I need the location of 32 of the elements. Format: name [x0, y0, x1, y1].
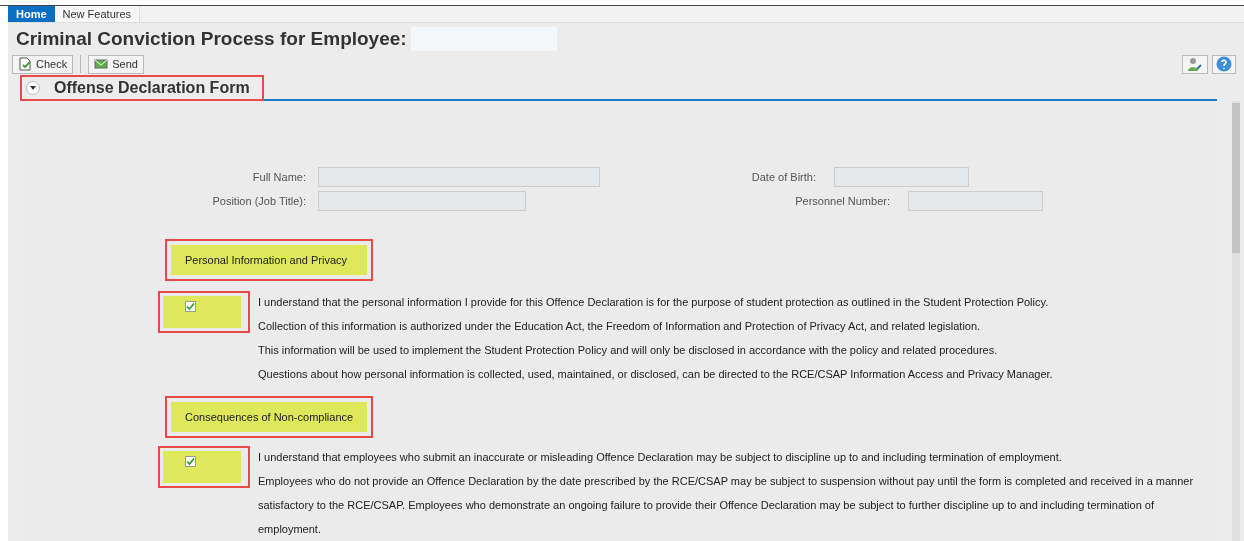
- checkbox[interactable]: [185, 456, 196, 467]
- toolbar-button[interactable]: Send: [88, 54, 144, 74]
- envelope-icon: [94, 59, 109, 69]
- checkbox[interactable]: [185, 301, 196, 312]
- declaration-text: I understand that the personal information I provide for this Offence Declaration is for the purpose of student protection as outlined in the Student Protection Policy.: [258, 295, 1050, 310]
- checkmark-icon: [186, 457, 195, 466]
- declaration-text: This information will be used to implement the Student Protection Policy and will only be disclosed in accordance with the policy and related procedures.: [258, 343, 999, 358]
- field-label: Personnel Number:: [794, 193, 891, 209]
- section-title: Offense Declaration Form: [54, 78, 250, 98]
- input-field[interactable]: [318, 167, 600, 187]
- declaration-text: Employees who do not provide an Offence Declaration by the date prescribed by the RCE/CSAP may be subject to suspension without pay until the form is completed and received in a manner satisfactory to the RCE/CSAP. Employees who demonstrate an ongoing failure to provide their Offence Declaration may be subject to further discipline up to and including termination of employment.: [258, 474, 1195, 537]
- field-label: Full Name:: [251, 169, 307, 185]
- caret-icon: [30, 86, 36, 90]
- input-field[interactable]: [834, 167, 969, 187]
- declaration-text: Collection of this information is authorized under the Education Act, the Freedom of Information and Protection of Privacy Act, and related legislation.: [258, 319, 982, 334]
- page-title: Criminal Conviction Process for Employee:: [16, 26, 407, 51]
- toolbar-button[interactable]: Check: [12, 54, 74, 74]
- document-check-icon: [18, 57, 32, 71]
- user-settings-button[interactable]: [1182, 54, 1208, 74]
- checkmark-icon: [186, 302, 195, 311]
- group-heading: Personal Information and Privacy: [171, 245, 367, 275]
- group-heading: Consequences of Non-compliance: [171, 402, 367, 432]
- collapse-toggle[interactable]: [26, 81, 40, 95]
- declaration-text: Questions about how personal information is collected, used, maintained, or disclosed, can be directed to the RCE/CSAP Information Access and Privacy Manager.: [258, 367, 1054, 382]
- input-field[interactable]: [908, 191, 1043, 211]
- declaration-text: I understand that employees who submit an inaccurate or misleading Offence Declaration may be subject to discipline up to and including termination of employment.: [258, 450, 1063, 465]
- person-wrench-icon: [1187, 57, 1203, 71]
- help-button[interactable]: [1212, 54, 1236, 74]
- help-icon: [1216, 56, 1232, 72]
- input-field[interactable]: [318, 191, 526, 211]
- field-label: Date of Birth:: [750, 169, 817, 185]
- field-label: Position (Job Title):: [211, 193, 307, 209]
